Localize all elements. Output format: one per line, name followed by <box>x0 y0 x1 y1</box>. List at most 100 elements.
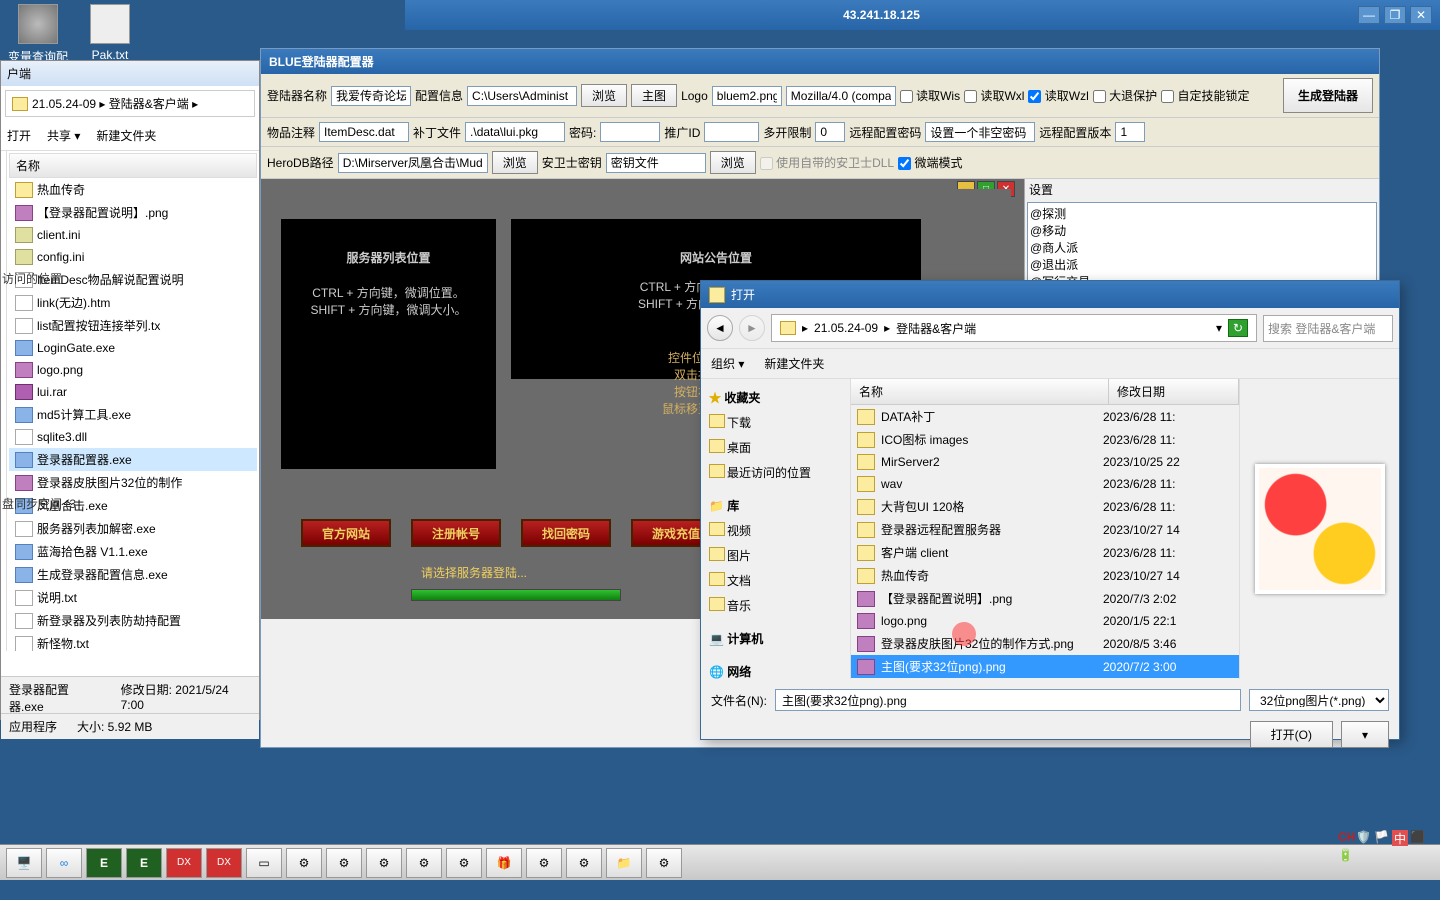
file-row[interactable]: 客户端 client2023/6/28 11: <box>851 541 1239 564</box>
aws-key-input[interactable] <box>606 153 706 173</box>
file-row[interactable]: ICO图标 images2023/6/28 11: <box>851 428 1239 451</box>
read-wxl-checkbox[interactable] <box>964 90 977 103</box>
search-input[interactable]: 搜索 登陆器&客户端 <box>1263 315 1393 342</box>
item-desc-input[interactable] <box>319 122 409 142</box>
tray-icon[interactable]: 🛡️ <box>1356 830 1372 846</box>
browse-button[interactable]: 浏览 <box>492 151 538 174</box>
breadcrumb[interactable]: 21.05.24-09 ▸ 登陆器&客户端 ▸ <box>5 90 255 117</box>
file-row[interactable]: md5计算工具.exe <box>9 403 257 426</box>
game-btn-official[interactable]: 官方网站 <box>301 519 391 547</box>
file-row[interactable]: sqlite3.dll <box>9 426 257 448</box>
close-button[interactable]: ✕ <box>1410 6 1432 24</box>
taskbar-item[interactable]: ⚙ <box>566 848 602 878</box>
taskbar-item[interactable]: ⚙ <box>446 848 482 878</box>
open-button[interactable]: 打开(O) <box>1250 721 1333 748</box>
breadcrumb[interactable]: ▸21.05.24-09▸登陆器&客户端 ▾ ↻ <box>771 314 1257 342</box>
protect-checkbox[interactable] <box>1093 90 1106 103</box>
col-name[interactable]: 名称 <box>851 379 1109 404</box>
list-item[interactable]: @移动 <box>1030 222 1374 239</box>
pwd-input[interactable] <box>600 122 660 142</box>
file-row[interactable]: 【登录器配置说明】.png <box>9 201 257 224</box>
open-button[interactable]: 打开 <box>7 127 31 144</box>
ime-indicator[interactable]: 中 <box>1392 830 1408 846</box>
column-header[interactable]: 名称 <box>9 153 257 178</box>
file-row[interactable]: client.ini <box>9 224 257 246</box>
patch-input[interactable] <box>465 122 565 142</box>
logo-input[interactable] <box>712 86 782 106</box>
skill-lock-checkbox[interactable] <box>1161 90 1174 103</box>
ime-indicator[interactable]: CH <box>1338 830 1354 846</box>
browse-button[interactable]: 浏览 <box>581 84 627 107</box>
file-row[interactable]: wav2023/6/28 11: <box>851 473 1239 495</box>
herodb-input[interactable] <box>338 153 488 173</box>
new-folder-button[interactable]: 新建文件夹 <box>96 127 156 144</box>
file-row[interactable]: logo.png <box>9 359 257 381</box>
file-row[interactable]: DATA补丁2023/6/28 11: <box>851 405 1239 428</box>
file-row[interactable]: 说明.txt <box>9 586 257 609</box>
file-row[interactable]: 热血传奇 <box>9 178 257 201</box>
file-row[interactable]: 登录器配置器.exe <box>9 448 257 471</box>
taskbar-item[interactable]: ⚙ <box>526 848 562 878</box>
file-row[interactable]: 服务器列表加解密.exe <box>9 517 257 540</box>
back-button[interactable]: ◄ <box>707 315 733 341</box>
file-row[interactable]: 登录器皮肤图片32位的制作 <box>9 471 257 494</box>
remote-ver-input[interactable] <box>1115 122 1145 142</box>
cancel-button[interactable]: ▾ <box>1341 721 1389 748</box>
nav-item[interactable]: 图片 <box>707 543 844 568</box>
organize-button[interactable]: 组织 ▾ <box>711 355 744 372</box>
taskbar-item[interactable]: 🖥️ <box>6 848 42 878</box>
file-row[interactable]: 蓝海拾色器 V1.1.exe <box>9 540 257 563</box>
refresh-button[interactable]: ↻ <box>1228 319 1248 337</box>
tray-icon[interactable]: 🏳️ <box>1374 830 1390 846</box>
list-item[interactable]: @探测 <box>1030 205 1374 222</box>
nav-item[interactable]: 文档 <box>707 568 844 593</box>
file-row[interactable]: 主图(要求32位png).png2020/7/2 3:00 <box>851 655 1239 678</box>
ua-input[interactable] <box>786 86 896 106</box>
main-image-button[interactable]: 主图 <box>631 84 677 107</box>
read-wis-checkbox[interactable] <box>900 90 913 103</box>
forward-button[interactable]: ► <box>739 315 765 341</box>
file-row[interactable]: config.ini <box>9 246 257 268</box>
nav-item[interactable]: 桌面 <box>707 435 844 460</box>
taskbar-item[interactable]: ⚙ <box>646 848 682 878</box>
taskbar-item[interactable]: ⚙ <box>286 848 322 878</box>
nav-item[interactable]: 最近访问的位置 <box>707 460 844 485</box>
file-row[interactable]: 登录器远程配置服务器2023/10/27 14 <box>851 518 1239 541</box>
share-button[interactable]: 共享 ▾ <box>47 127 80 144</box>
tray-icon[interactable]: ⬛ <box>1410 830 1426 846</box>
launcher-name-input[interactable] <box>331 86 411 106</box>
taskbar-item[interactable]: ∞ <box>46 848 82 878</box>
config-path-input[interactable] <box>467 86 577 106</box>
new-folder-button[interactable]: 新建文件夹 <box>764 355 824 372</box>
taskbar-item[interactable]: DX <box>206 848 242 878</box>
taskbar-item[interactable]: DX <box>166 848 202 878</box>
file-row[interactable]: 【登录器配置说明】.png2020/7/3 2:02 <box>851 587 1239 610</box>
nav-item[interactable]: 音乐 <box>707 593 844 618</box>
taskbar-item[interactable]: 📁 <box>606 848 642 878</box>
taskbar-item[interactable]: ⚙ <box>366 848 402 878</box>
nav-item[interactable]: 视频 <box>707 518 844 543</box>
file-row[interactable]: list配置按钮连接举列.tx <box>9 314 257 337</box>
file-row[interactable]: logo.png2020/1/5 22:1 <box>851 610 1239 632</box>
minimize-button[interactable]: — <box>1358 6 1380 24</box>
file-row[interactable]: LoginGate.exe <box>9 337 257 359</box>
col-date[interactable]: 修改日期 <box>1109 379 1239 404</box>
file-row[interactable]: 生成登录器配置信息.exe <box>9 563 257 586</box>
file-row[interactable]: lui.rar <box>9 381 257 403</box>
taskbar-item[interactable]: ⚙ <box>406 848 442 878</box>
taskbar-item[interactable]: 🎁 <box>486 848 522 878</box>
file-row[interactable]: 大背包UI 120格2023/6/28 11: <box>851 495 1239 518</box>
game-btn-register[interactable]: 注册帐号 <box>411 519 501 547</box>
file-row[interactable]: 新怪物.txt <box>9 632 257 651</box>
desktop-icon[interactable]: Pak.txt <box>80 4 140 62</box>
file-row[interactable]: 新登录器及列表防劫持配置 <box>9 609 257 632</box>
list-item[interactable]: @商人派 <box>1030 239 1374 256</box>
tray-icon[interactable]: 🔋 <box>1338 848 1354 864</box>
taskbar-item[interactable]: E <box>126 848 162 878</box>
filter-select[interactable]: 32位png图片(*.png) <box>1249 689 1389 711</box>
file-row[interactable]: 热血传奇2023/10/27 14 <box>851 564 1239 587</box>
taskbar-item[interactable]: ▭ <box>246 848 282 878</box>
taskbar-item[interactable]: E <box>86 848 122 878</box>
remote-pwd-input[interactable] <box>925 122 1035 142</box>
file-row[interactable]: MirServer22023/10/25 22 <box>851 451 1239 473</box>
